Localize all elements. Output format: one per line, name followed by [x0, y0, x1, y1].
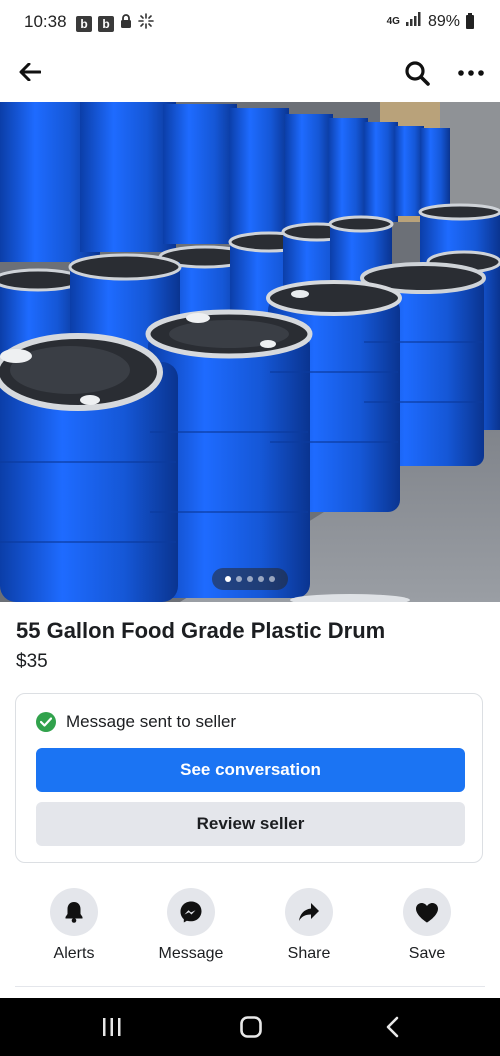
carousel-indicator[interactable] — [212, 568, 288, 590]
carousel-dot[interactable] — [269, 576, 275, 582]
drums-illustration — [0, 102, 500, 602]
top-app-bar — [0, 46, 500, 102]
status-bar: 10:38 b b 4G 89% — [0, 0, 500, 46]
more-horizontal-icon — [458, 70, 484, 76]
share-icon[interactable] — [285, 888, 333, 936]
review-seller-button[interactable]: Review seller — [36, 802, 465, 846]
status-notification-icons: b b — [76, 13, 154, 34]
divider — [15, 986, 485, 987]
b-notification-icon: b — [76, 15, 92, 32]
search-button[interactable] — [400, 56, 434, 90]
listing-photo[interactable] — [0, 102, 500, 602]
signal-icon — [405, 12, 422, 31]
message-sent-text: Message sent to seller — [66, 712, 237, 731]
network-type: 4G — [386, 16, 400, 27]
recent-apps-icon — [103, 1018, 121, 1036]
message-sent-status: Message sent to seller — [36, 712, 236, 732]
more-options-button[interactable] — [454, 56, 488, 90]
chevron-left-icon — [386, 1016, 399, 1038]
back-button[interactable] — [14, 56, 46, 88]
save-action[interactable]: Save — [372, 888, 482, 963]
lock-icon — [120, 13, 132, 34]
battery-icon — [466, 12, 474, 29]
carousel-dot[interactable] — [258, 576, 264, 582]
b-notification-icon-2: b — [98, 15, 114, 32]
message-label: Message — [158, 945, 224, 962]
status-system-icons: 4G 89% — [387, 12, 474, 31]
heart-icon[interactable] — [403, 888, 451, 936]
see-conversation-button[interactable]: See conversation — [36, 748, 465, 792]
home-button[interactable] — [231, 1012, 271, 1042]
bell-icon[interactable] — [50, 888, 98, 936]
system-navigation-bar — [0, 998, 500, 1056]
share-action[interactable]: Share — [254, 888, 364, 963]
recent-apps-button[interactable] — [92, 1012, 132, 1042]
alerts-label: Alerts — [53, 945, 95, 962]
message-action[interactable]: Message — [136, 888, 246, 963]
carousel-dot[interactable] — [247, 576, 253, 582]
save-label: Save — [408, 945, 446, 962]
sparkle-icon — [138, 13, 154, 34]
listing-title: 55 Gallon Food Grade Plastic Drum — [16, 618, 386, 643]
home-icon — [240, 1016, 262, 1038]
search-icon — [405, 61, 430, 86]
system-back-button[interactable] — [372, 1012, 412, 1042]
listing-price: $35 — [16, 651, 48, 672]
alerts-action[interactable]: Alerts — [19, 888, 129, 963]
status-time: 10:38 — [24, 12, 67, 31]
check-circle-icon — [36, 712, 56, 732]
carousel-dot[interactable] — [225, 576, 231, 582]
seller-message-card: Message sent to seller See conversation … — [15, 693, 483, 863]
messenger-icon[interactable] — [167, 888, 215, 936]
arrow-left-icon — [19, 63, 41, 81]
carousel-dot[interactable] — [236, 576, 242, 582]
action-row: Alerts Message Share Save — [0, 888, 500, 978]
share-label: Share — [287, 945, 331, 962]
battery-percent: 89% — [427, 12, 460, 30]
